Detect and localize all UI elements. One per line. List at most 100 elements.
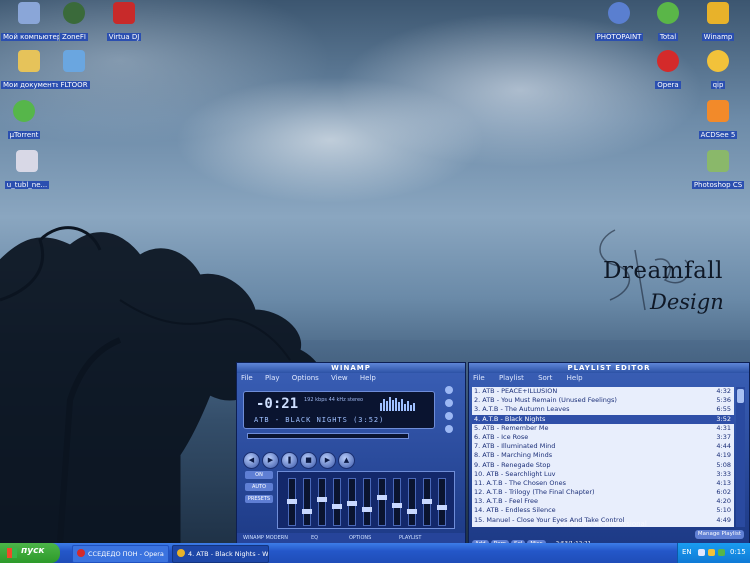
desktop-icon-virtualdj[interactable]: Virtua DJ [96, 2, 152, 45]
playlist-toggle[interactable] [445, 425, 453, 433]
eq-slider-knob[interactable] [302, 509, 312, 514]
winamp-menu-view[interactable]: View [331, 374, 348, 382]
taskbar-item-opera[interactable]: ССЕДЕДО ПОН - Opera [72, 545, 169, 563]
winamp-menu-play[interactable]: Play [265, 374, 280, 382]
eq-slider-knob[interactable] [407, 509, 417, 514]
tray-utorrent-icon[interactable] [718, 549, 725, 556]
desktop-icon-opera[interactable]: Opera [640, 50, 696, 93]
next-button[interactable]: ▶ [319, 452, 336, 469]
playlist-row[interactable]: 10. ATB - Searchlight Luv 3:33 [472, 470, 734, 479]
eq-band-slider[interactable] [362, 478, 372, 526]
eq-band-slider[interactable] [347, 478, 357, 526]
eq-auto-button[interactable]: AUTO [245, 483, 273, 491]
desktop-icon-network[interactable]: FLTOOR [46, 50, 102, 93]
playlist-row[interactable]: 11. A.T.B - The Chosen Ones 4:13 [472, 479, 734, 488]
eq-band-slider[interactable] [317, 478, 327, 526]
desktop-icon-utorrent[interactable]: µTorrent [0, 100, 52, 143]
shuffle-toggle[interactable] [445, 386, 453, 394]
eq-on-button[interactable]: ON [245, 471, 273, 479]
playlist-row[interactable]: 6. ATB - Ice Rose 3:37 [472, 433, 734, 442]
repeat-toggle[interactable] [445, 399, 453, 407]
winamp-titlebar[interactable]: WINAMP [237, 363, 465, 373]
playlist-row[interactable]: 14. ATB - Endless Silence 5:10 [472, 506, 734, 515]
playlist-row[interactable]: 12. A.T.B - Trilogy (The Final Chapter) 6… [472, 488, 734, 497]
eq-slider-knob[interactable] [332, 504, 342, 509]
eq-slider-knob[interactable] [377, 495, 387, 500]
desktop-icon-acdsee[interactable]: ACDSee 5 [690, 100, 746, 143]
track-label: 1. ATB - PEACE+ILLUSION [474, 387, 558, 395]
eq-band-slider[interactable] [377, 478, 387, 526]
eq-band-slider[interactable] [302, 478, 312, 526]
playlist-menu-file[interactable]: File [473, 374, 485, 382]
playlist-titlebar[interactable]: PLAYLIST EDITOR [469, 363, 749, 373]
play-button[interactable]: ▶ [262, 452, 279, 469]
playlist-row[interactable]: 5. ATB - Remember Me 4:31 [472, 424, 734, 433]
eq-slider-knob[interactable] [287, 499, 297, 504]
playlist-menu-playlist[interactable]: Playlist [499, 374, 524, 382]
playlist-row[interactable]: 2. ATB - You Must Remain (Unused Feeling… [472, 396, 734, 405]
logo-line-1: Dreamfall [603, 258, 724, 284]
tray-qip-icon[interactable] [708, 549, 715, 556]
playlist-menu-help[interactable]: Help [567, 374, 583, 382]
desktop-icon-total[interactable]: Total [640, 2, 696, 45]
desktop-icon-file[interactable]: u_tubl_ne... [0, 150, 55, 193]
track-duration: 4:49 [716, 515, 731, 524]
eq-band-slider[interactable] [332, 478, 342, 526]
eq-slider-knob[interactable] [317, 497, 327, 502]
track-duration: 6:55 [716, 405, 731, 414]
eq-slider-knob[interactable] [362, 507, 372, 512]
bottom-label-options[interactable]: OPTIONS [349, 535, 371, 541]
eq-band-slider[interactable] [392, 478, 402, 526]
pause-button[interactable]: ❚ [281, 452, 298, 469]
scrollbar-thumb[interactable] [737, 389, 744, 403]
playlist-row[interactable]: 4. A.T.B - Black Nights 3:52 [472, 414, 734, 424]
eq-slider-knob[interactable] [422, 499, 432, 504]
eq-slider-knob[interactable] [437, 505, 447, 510]
stop-button[interactable]: ■ [300, 452, 317, 469]
desktop-icon-zonealarm[interactable]: ZoneFI [46, 2, 102, 45]
bottom-label-eq[interactable]: EQ [311, 535, 318, 541]
bottom-label-modern[interactable]: WINAMP MODERN [243, 535, 288, 541]
start-label: пуск [21, 546, 45, 556]
desktop-icon-qip[interactable]: qip [690, 50, 746, 93]
desktop-icon-winamp[interactable]: Winamp [690, 2, 746, 45]
winamp-menu-file[interactable]: File [241, 374, 253, 382]
eject-button[interactable]: ▲ [338, 452, 355, 469]
desktop-icon-photopaint[interactable]: PHOTOPAINT [591, 2, 647, 45]
playlist-row[interactable]: 7. ATB - Illuminated Mind 4:44 [472, 442, 734, 451]
eq-slider-knob[interactable] [347, 501, 357, 506]
my-documents-icon [18, 50, 40, 72]
eq-band-slider[interactable] [422, 478, 432, 526]
playlist-footer: AddRemSelMisc 2:53/1:12:21 Manage Playli… [472, 530, 746, 549]
tray-app-icon[interactable] [698, 549, 705, 556]
eq-slider-knob[interactable] [392, 503, 402, 508]
playlist-row[interactable]: 13. A.T.B - Feel Free 4:20 [472, 497, 734, 506]
eq-band-slider[interactable] [437, 478, 447, 526]
desktop-icon-photoshop[interactable]: Photoshop CS [690, 150, 746, 193]
playlist-menu-sort[interactable]: Sort [538, 374, 552, 382]
playlist-row[interactable]: 9. ATB - Renegade Stop 5:08 [472, 461, 734, 470]
spectrum-visualizer[interactable] [379, 395, 419, 411]
desktop-icon-label: Photoshop CS [691, 181, 745, 189]
eq-toggle[interactable] [445, 412, 453, 420]
taskbar-item-winamp[interactable]: 4. ATB - Black Nights - Winamp [172, 545, 269, 563]
winamp-menu-options[interactable]: Options [292, 374, 319, 382]
eq-band-slider[interactable] [407, 478, 417, 526]
playlist-row[interactable]: 8. ATB - Marching Minds 4:19 [472, 451, 734, 460]
manage-playlist-button[interactable]: Manage Playlist [694, 530, 744, 539]
previous-button[interactable]: ◀ [243, 452, 260, 469]
eq-presets-button[interactable]: PRESETS [245, 495, 273, 503]
playlist-scrollbar[interactable] [736, 387, 745, 527]
track-duration: 5:08 [716, 460, 731, 469]
start-button[interactable]: пуск [0, 543, 60, 563]
time-display[interactable]: -0:21 [256, 396, 298, 412]
eq-band-slider[interactable] [287, 478, 297, 526]
playlist-row[interactable]: 3. A.T.B - The Autumn Leaves 6:55 [472, 405, 734, 414]
language-indicator[interactable]: EN [682, 548, 692, 556]
winamp-menu-help[interactable]: Help [360, 374, 376, 382]
bottom-label-playlist[interactable]: PLAYLIST [399, 535, 422, 541]
playlist-row[interactable]: 1. ATB - PEACE+ILLUSION 4:32 [472, 387, 734, 396]
winamp-icon [707, 2, 729, 24]
seek-bar[interactable] [247, 433, 409, 439]
clock[interactable]: 0:15 [730, 548, 746, 556]
